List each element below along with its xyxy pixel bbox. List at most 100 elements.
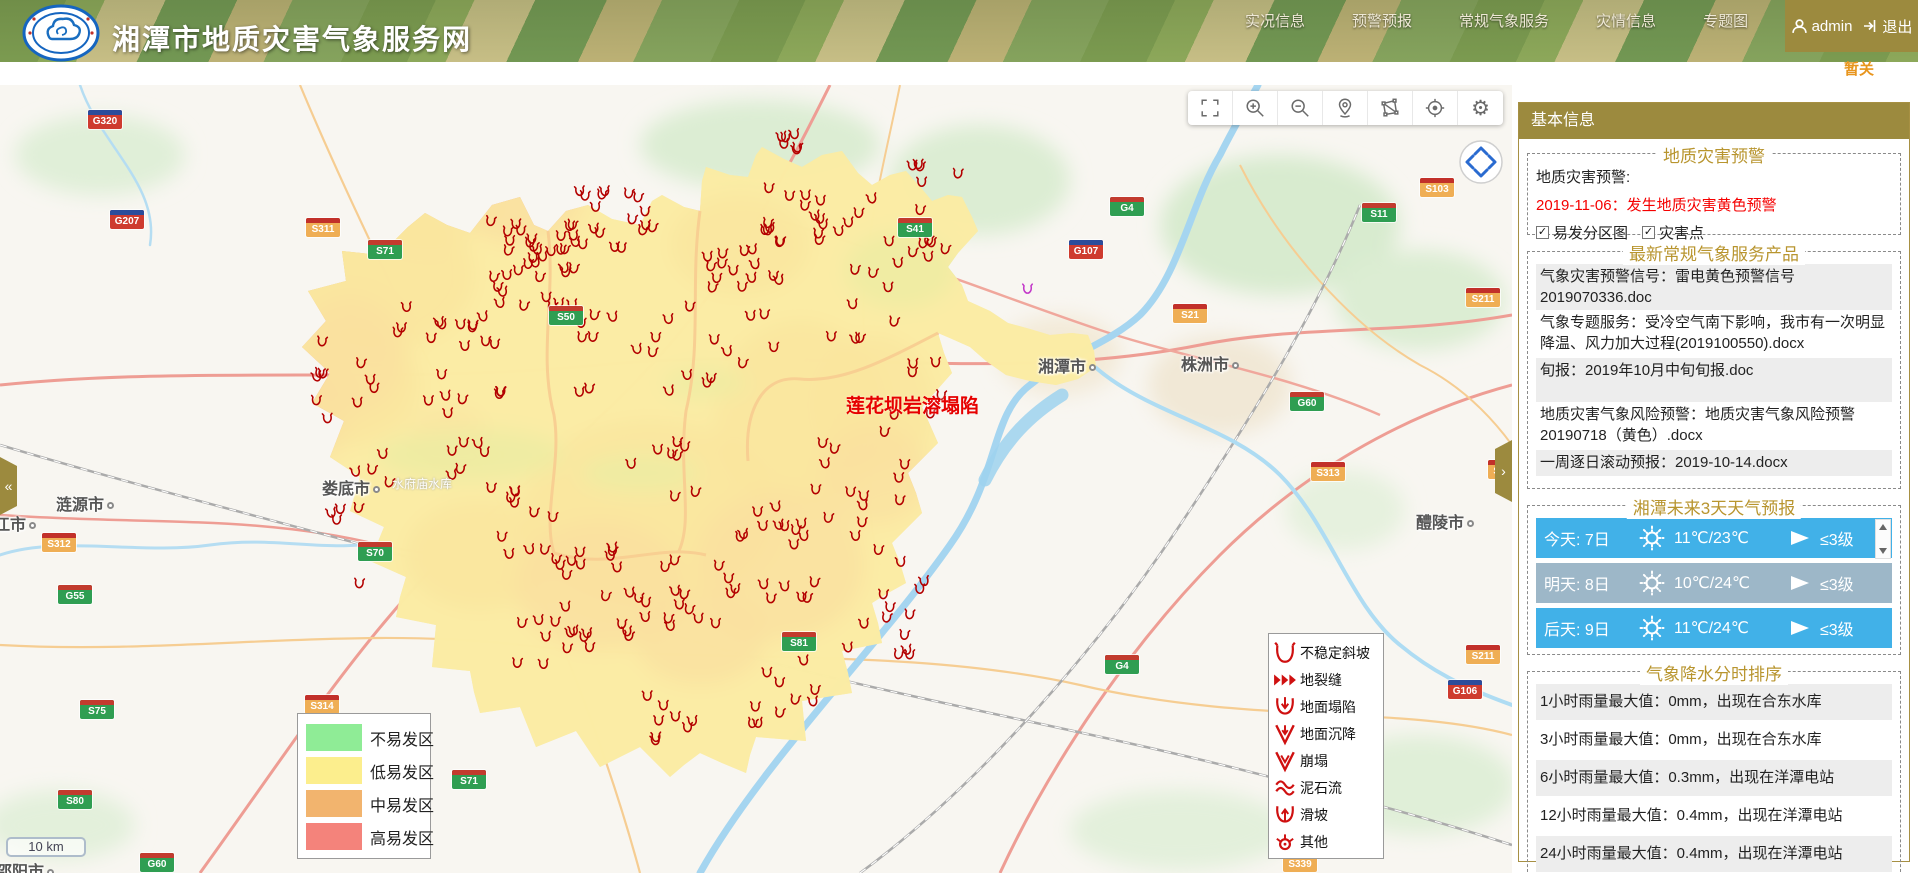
risk-legend-label: 中易发区: [370, 792, 434, 816]
disaster-legend-label: 其他: [1300, 832, 1328, 852]
user-icon: [1791, 18, 1808, 35]
scroll-down-icon[interactable]: [1879, 548, 1887, 554]
nav-item[interactable]: 预警预报: [1352, 10, 1412, 31]
disaster-legend: 不稳定斜坡地裂缝地面塌陷地面沉降崩塌泥石流滑坡其他: [1268, 633, 1384, 859]
ground-fissure-icon: [1273, 668, 1297, 692]
logout-icon: [1862, 18, 1878, 34]
city-dot: [1467, 520, 1474, 527]
zoom-out-icon[interactable]: [1278, 91, 1323, 125]
disaster-legend-row: 地面沉降: [1273, 720, 1379, 747]
ground-collapse-icon: [1273, 695, 1297, 719]
disaster-legend-label: 滑坡: [1300, 805, 1328, 825]
pan-control[interactable]: [1458, 139, 1504, 185]
road-sign: S103: [1420, 178, 1454, 197]
forecast-row: 后天: 9日11℃/24℃≤3级: [1536, 608, 1892, 648]
city-dot: [1232, 362, 1239, 369]
road-sign: S50: [549, 306, 583, 325]
unstable-slope-icon: [1273, 641, 1297, 665]
city-dot: [47, 869, 54, 873]
road-sign: G60: [140, 853, 174, 872]
city-label: 株洲市: [1181, 351, 1239, 375]
expand-icon[interactable]: [1188, 91, 1233, 125]
city-label: 湘潭市: [1038, 353, 1096, 377]
map-canvas[interactable]: 莲花坝岩溶塌陷 ⚙ « › 不易发区低易发区中易发区高易发区 不稳定斜坡地裂缝地…: [0, 85, 1512, 873]
user-box[interactable]: admin 退出: [1785, 0, 1918, 52]
road-sign: G4: [1110, 197, 1144, 216]
rain-rank-row: 6小时雨量最大值：0.3mm，出现在洋潭电站: [1536, 760, 1892, 796]
road-sign: S71: [368, 240, 402, 259]
road-sign: G107: [1069, 240, 1103, 259]
username: admin: [1812, 18, 1853, 35]
product-link[interactable]: 气象灾害预警信号：雷电黄色预警信号2019070336.doc: [1536, 264, 1892, 310]
checkbox-risk-zone[interactable]: [1536, 226, 1549, 239]
road-sign: S71: [452, 770, 486, 789]
zoom-in-icon[interactable]: [1233, 91, 1278, 125]
rain-panel: 气象降水分时排序 1小时雨量最大值：0mm，出现在合东水库3小时雨量最大值：0m…: [1527, 671, 1901, 873]
road-sign: G4: [1105, 655, 1139, 674]
city-dot: [107, 502, 114, 509]
city-label: 涟源市: [56, 491, 114, 515]
logout-button[interactable]: 退出: [1882, 16, 1912, 37]
settings-icon[interactable]: ⚙: [1458, 91, 1503, 125]
forecast-day: 明天: 8日: [1544, 571, 1630, 595]
nav-item[interactable]: 常规气象服务: [1459, 10, 1549, 31]
risk-color-swatch: [306, 724, 362, 751]
warning-alert[interactable]: 2019-11-06：发生地质灾害黄色预警: [1536, 194, 1892, 215]
risk-legend-row: 低易发区: [306, 754, 422, 787]
site-header: 湘潭市地质灾害气象服务网 实况信息预警预报常规气象服务灾情信息专题图 admin…: [0, 0, 1918, 62]
scroll-up-icon[interactable]: [1879, 524, 1887, 530]
products-panel-title: 最新常规气象服务产品: [1623, 240, 1805, 265]
road-sign: S21: [1173, 304, 1207, 323]
polygon-select-icon[interactable]: [1368, 91, 1413, 125]
wind-icon: [1789, 619, 1811, 637]
road-sign: S81: [782, 632, 816, 651]
product-link[interactable]: 气象专题服务：受冷空气南下影响，我市有一次明显降温、风力加大过程(2019100…: [1536, 310, 1892, 358]
map-region-label: 莲花坝岩溶塌陷: [846, 391, 979, 418]
disaster-legend-label: 不稳定斜坡: [1300, 643, 1370, 663]
product-link[interactable]: 旬报：2019年10月中旬旬报.doc: [1536, 358, 1892, 402]
collapse-right-tab[interactable]: ›: [1495, 440, 1512, 502]
nav-item[interactable]: 灾情信息: [1596, 10, 1656, 31]
ground-subsidence-icon: [1273, 722, 1297, 746]
city-dot: [373, 486, 380, 493]
scrollbar[interactable]: [1875, 519, 1891, 559]
wind-icon: [1789, 574, 1811, 592]
road-sign: S11: [1362, 203, 1396, 222]
road-sign: G55: [58, 585, 92, 604]
forecast-day: 后天: 9日: [1544, 616, 1630, 640]
product-link[interactable]: 地质灾害气象风险预警：地质灾害气象风险预警20190718（黄色）.docx: [1536, 402, 1892, 450]
rain-panel-title: 气象降水分时排序: [1640, 660, 1788, 685]
risk-legend-label: 低易发区: [370, 759, 434, 783]
sidebar: 基本信息 地质灾害预警 地质灾害预警: 2019-11-06：发生地质灾害黄色预…: [1512, 62, 1918, 873]
risk-color-swatch: [306, 823, 362, 850]
risk-legend-row: 中易发区: [306, 787, 422, 820]
road-sign: G60: [1290, 392, 1324, 411]
forecast-row: 今天: 7日11℃/23℃≤3级: [1536, 518, 1892, 558]
risk-color-swatch: [306, 790, 362, 817]
sidebar-header: 基本信息: [1519, 103, 1909, 139]
nav-item[interactable]: 专题图: [1703, 10, 1748, 31]
sunny-icon: [1639, 615, 1665, 641]
disaster-legend-label: 泥石流: [1300, 778, 1342, 798]
disaster-legend-row: 其他: [1273, 828, 1379, 855]
collapse-left-tab[interactable]: «: [0, 457, 17, 515]
risk-legend: 不易发区低易发区中易发区高易发区: [297, 713, 431, 859]
city-dot: [1089, 364, 1096, 371]
other-icon: [1273, 830, 1297, 854]
product-link[interactable]: 一周逐日滚动预报：2019-10-14.docx: [1536, 450, 1892, 476]
marker-icon[interactable]: [1323, 91, 1368, 125]
risk-legend-row: 高易发区: [306, 820, 422, 853]
disaster-legend-row: 泥石流: [1273, 774, 1379, 801]
notice-text: 暂关: [1844, 58, 1918, 79]
road-sign: S211: [1466, 288, 1500, 307]
products-panel: 最新常规气象服务产品 气象灾害预警信号：雷电黄色预警信号2019070336.d…: [1527, 251, 1901, 489]
nav-item[interactable]: 实况信息: [1245, 10, 1305, 31]
road-sign: S312: [42, 533, 76, 552]
landslide-icon: [1273, 803, 1297, 827]
road-sign: G320: [88, 110, 122, 129]
checkbox-risk-zone-label: 易发分区图: [1553, 222, 1628, 243]
checkbox-disaster-points[interactable]: [1642, 226, 1655, 239]
road-sign: G106: [1448, 680, 1482, 699]
locate-icon[interactable]: [1413, 91, 1458, 125]
forecast-wind: ≤3级: [1820, 526, 1854, 550]
